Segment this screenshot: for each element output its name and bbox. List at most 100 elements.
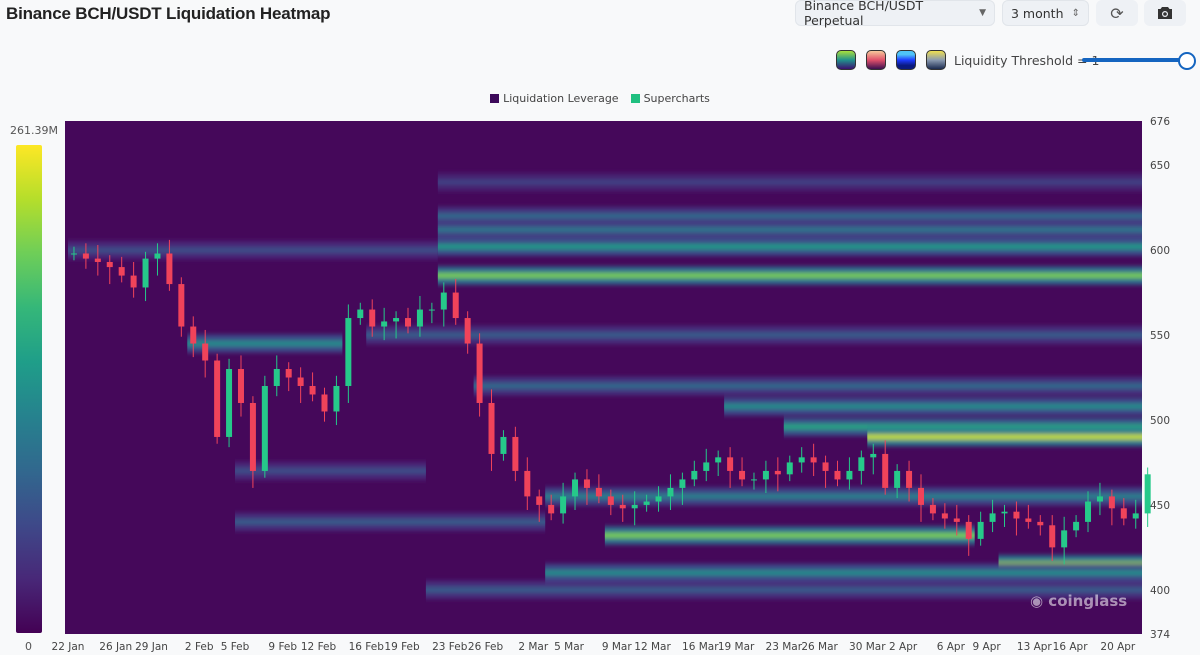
candle [1061, 530, 1068, 548]
x-tick-label: 12 Mar [634, 641, 671, 653]
candle [393, 318, 400, 322]
candle [452, 292, 459, 319]
candle [917, 487, 924, 505]
candle [679, 479, 686, 488]
candle [226, 369, 233, 437]
candle [1001, 511, 1008, 514]
x-tick-label: 16 Mar [682, 641, 719, 653]
x-tick-label: 16 Feb [349, 641, 385, 653]
heatmap-band [187, 341, 343, 347]
candle [1096, 496, 1103, 502]
candle [309, 385, 316, 395]
x-tick-label: 19 Feb [384, 641, 420, 653]
candle [1108, 496, 1115, 509]
candle [739, 470, 746, 480]
candle [750, 479, 757, 481]
candle [536, 496, 543, 505]
y-tick-label: 600 [1150, 245, 1170, 257]
candle [882, 453, 889, 488]
candle [405, 318, 412, 327]
candle [512, 436, 519, 471]
x-tick-label: 2 Mar [518, 641, 549, 653]
candle [297, 377, 304, 386]
y-tick-label: 550 [1150, 330, 1170, 342]
x-tick-label: 12 Feb [301, 641, 337, 653]
y-tick-label: 676 [1150, 116, 1170, 128]
candle [106, 261, 113, 268]
candle [619, 504, 626, 509]
candle [870, 453, 877, 458]
candle [810, 457, 817, 463]
candle [273, 369, 280, 386]
heatmap-band [437, 213, 1143, 219]
candle [500, 436, 507, 454]
candle [858, 457, 865, 471]
candle [1120, 508, 1127, 519]
candle [727, 457, 734, 471]
y-tick-label: 400 [1150, 585, 1170, 597]
x-tick-label: 9 Feb [268, 641, 297, 653]
candle [583, 479, 590, 488]
coinglass-watermark: ◉ coinglass [1030, 592, 1128, 610]
x-tick-label: 2 Apr [889, 641, 918, 653]
heatmap-band [68, 247, 438, 253]
candle [524, 470, 531, 497]
x-tick-label: 26 Jan [99, 641, 132, 653]
candle [1025, 518, 1032, 522]
x-tick-label: 26 Feb [468, 641, 504, 653]
candle [667, 487, 674, 497]
candle [572, 479, 579, 497]
candle [965, 521, 972, 539]
y-tick-label: 650 [1150, 160, 1170, 172]
candle [381, 321, 388, 327]
candle [476, 343, 483, 403]
heatmap-band [437, 227, 1143, 233]
candle [762, 470, 769, 480]
x-tick-label: 29 Jan [135, 641, 168, 653]
candle [464, 318, 471, 344]
candle [607, 496, 614, 505]
candle [953, 518, 960, 522]
y-tick-label: 500 [1150, 415, 1170, 427]
candle [1073, 521, 1080, 531]
heatmap-band [867, 434, 1142, 440]
candle [333, 385, 340, 412]
heatmap-band [437, 179, 1143, 185]
candle [834, 470, 841, 480]
x-tick-label: 6 Apr [937, 641, 966, 653]
x-tick-label: 22 Jan [52, 641, 85, 653]
x-tick-label: 9 Mar [602, 641, 633, 653]
candle [631, 504, 638, 509]
x-tick-label: 5 Mar [554, 641, 585, 653]
candle [190, 326, 197, 344]
candle [345, 318, 352, 386]
candle [691, 470, 698, 480]
candle [1085, 501, 1092, 522]
x-tick-label: 20 Apr [1100, 641, 1136, 653]
candle [1049, 525, 1056, 548]
candle [285, 369, 292, 378]
candle [357, 309, 364, 319]
candle [703, 462, 710, 471]
x-tick-label: 9 Apr [973, 641, 1002, 653]
candle [261, 385, 268, 471]
heatmap-band [604, 532, 975, 538]
candle [321, 394, 328, 412]
heatmap-band [545, 570, 1142, 576]
candle [989, 513, 996, 522]
candle [94, 258, 101, 262]
candle [249, 402, 256, 471]
heatmap-band [473, 383, 1142, 389]
candle [798, 457, 805, 463]
candle [202, 343, 209, 361]
x-tick-label: 23 Mar [766, 641, 803, 653]
candle [166, 253, 173, 285]
candle [142, 258, 149, 288]
candle [822, 462, 829, 471]
heatmap-chart[interactable]: 676 650 600 550 500 450 400 374 22 Jan 26 Jan 29 … [0, 0, 1200, 655]
candle [1132, 513, 1139, 519]
y-tick-label: 374 [1150, 629, 1170, 641]
candle [715, 457, 722, 463]
x-tick-label: 23 Feb [432, 641, 468, 653]
candle [786, 462, 793, 475]
